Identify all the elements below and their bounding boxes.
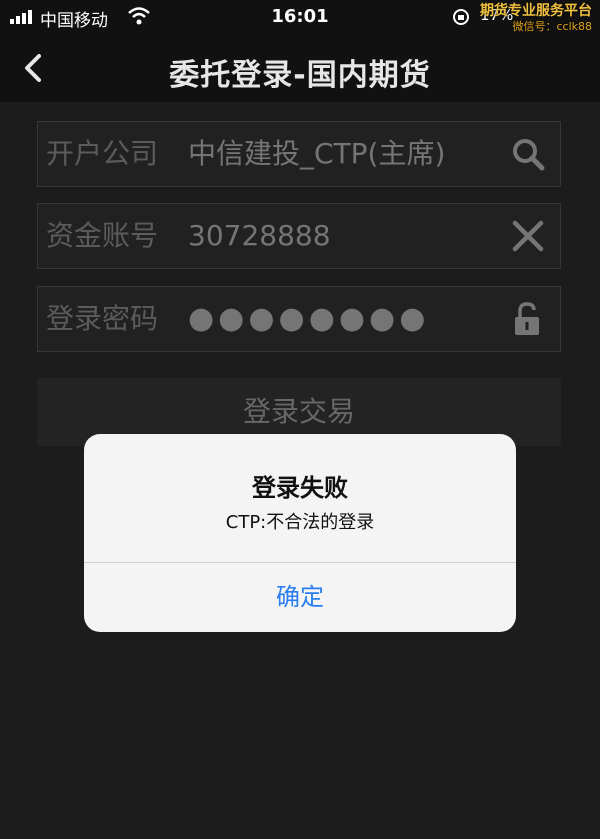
watermark: 期货专业服务平台 微信号：cclk88: [480, 3, 592, 35]
confirm-button[interactable]: 确定: [84, 563, 516, 632]
alert-title: 登录失败: [252, 474, 348, 502]
alert-message: CTP:不合法的登录: [225, 512, 375, 533]
watermark-subtitle: 微信号：cclk88: [512, 20, 592, 33]
rotation-lock-icon: [453, 9, 469, 25]
page-title: 委托登录-国内期货: [169, 58, 431, 93]
watermark-title: 期货专业服务平台: [480, 3, 592, 19]
status-bar: 中国移动 16:01 17% 期货专业服务平台 微信号：cclk88: [0, 0, 600, 34]
app-header: 中国移动 16:01 17% 期货专业服务平台 微信号：cclk88 委托登录-…: [0, 0, 600, 102]
alert-dialog: 登录失败 CTP:不合法的登录 确定: [84, 434, 516, 632]
nav-bar: 委托登录-国内期货: [0, 34, 600, 102]
